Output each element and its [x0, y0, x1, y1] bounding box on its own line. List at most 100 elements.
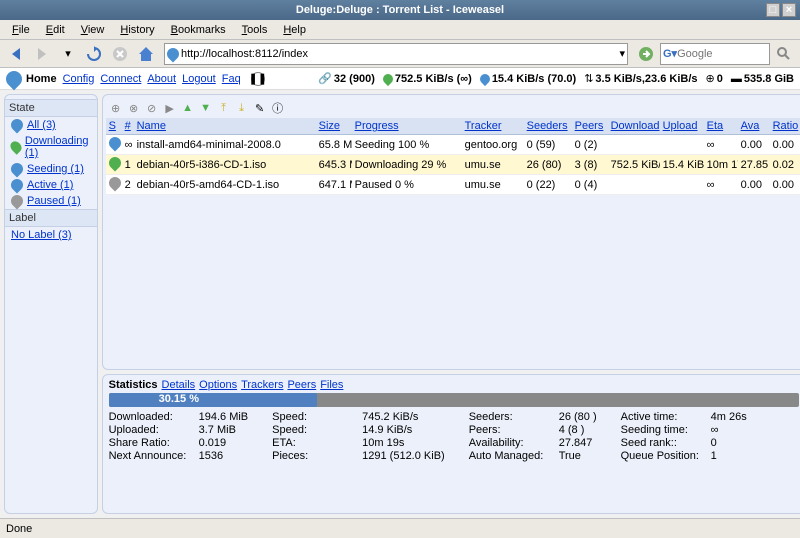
details-stat: Downloaded:194.6 MiB [109, 411, 249, 423]
drop-icon [8, 139, 23, 154]
add-button[interactable]: ⊕ [108, 100, 124, 116]
details-tab-files[interactable]: Files [320, 379, 343, 391]
column-header[interactable]: Eta [707, 120, 724, 132]
details-stat: Seeding time:∞ [621, 424, 747, 436]
torrent-row[interactable]: ∞install-amd64-minimal-2008.065.8 MiBSee… [106, 135, 800, 155]
dropdown-arrow-icon[interactable]: ▾ [619, 47, 625, 60]
column-header[interactable]: Download [611, 120, 660, 132]
details-tab-options[interactable]: Options [199, 379, 237, 391]
sidebar-label-header: Label [5, 209, 97, 227]
torrent-table-header: S # Name Size Progress Tracker Seeders Peers Dow… [106, 118, 800, 135]
sidebar-item[interactable]: No Label (3) [5, 227, 97, 243]
window-maximize-button[interactable]: □ [766, 3, 780, 17]
queue-bottom-button[interactable]: ⤓ [234, 100, 250, 116]
edit-button[interactable]: ✎ [252, 100, 268, 116]
details-stat: Speed:745.2 KiB/s [272, 411, 445, 423]
upload-stat: 15.4 KiB/s (70.0) [480, 72, 576, 85]
sidebar-item[interactable]: Active (1) [5, 177, 97, 193]
column-header[interactable]: Progress [355, 120, 399, 132]
details-progress-bar: 30.15 % [109, 393, 799, 407]
menu-tools[interactable]: Tools [234, 22, 276, 38]
details-tab-details[interactable]: Details [162, 379, 196, 391]
column-header[interactable]: # [125, 120, 131, 132]
torrent-list-panel: ⊕ ⊗ ⊘ ▶ ▲ ▼ ⤒ ⤓ ✎ ⓘ S # Name Size Progress Tr… [102, 94, 800, 370]
details-stat: Next Announce:1536 [109, 450, 249, 462]
sidebar-item[interactable]: Downloading (1) [5, 133, 97, 161]
torrent-table-body: ∞install-amd64-minimal-2008.065.8 MiBSee… [106, 135, 800, 195]
url-bar[interactable]: ▾ [164, 43, 628, 65]
details-tab-peers[interactable]: Peers [287, 379, 316, 391]
drop-icon [9, 161, 26, 178]
queue-top-button[interactable]: ⤒ [216, 100, 232, 116]
menu-view[interactable]: View [73, 22, 113, 38]
nav-link-config[interactable]: Config [63, 73, 95, 85]
menu-history[interactable]: History [112, 22, 162, 38]
search-box[interactable]: G▾ [660, 43, 770, 65]
details-stat: Auto Managed:True [469, 450, 597, 462]
forward-button[interactable] [30, 43, 54, 65]
column-header[interactable]: Upload [663, 120, 698, 132]
details-stat: Seeders:26 (80 ) [469, 411, 597, 423]
column-header[interactable]: Name [137, 120, 166, 132]
url-input[interactable] [179, 46, 619, 62]
column-header[interactable]: Ratio [773, 120, 799, 132]
details-tab-statistics: Statistics [109, 379, 158, 391]
sidebar: State All (3)Downloading (1)Seeding (1)A… [4, 94, 98, 514]
search-engine-icon[interactable]: G▾ [663, 47, 677, 60]
connections-stat: 🔗32 (900) [318, 72, 375, 85]
queue-down-button[interactable]: ▼ [198, 100, 214, 116]
details-stat: ETA:10m 19s [272, 437, 445, 449]
pause-button[interactable]: ⊘ [144, 100, 160, 116]
search-input[interactable] [677, 48, 747, 60]
menu-edit[interactable]: Edit [38, 22, 73, 38]
sidebar-item[interactable]: Seeding (1) [5, 161, 97, 177]
column-header[interactable]: Peers [575, 120, 604, 132]
torrent-row[interactable]: 2debian-40r5-amd64-CD-1.iso647.1 MiBPaus… [106, 175, 800, 195]
menu-bookmarks[interactable]: Bookmarks [163, 22, 234, 38]
sidebar-item[interactable]: All (3) [5, 117, 97, 133]
queue-up-button[interactable]: ▲ [180, 100, 196, 116]
home-button[interactable] [134, 43, 158, 65]
home-label: Home [26, 73, 57, 85]
details-stat: Seed rank::0 [621, 437, 747, 449]
disk-stat: ▬535.8 GiB [731, 72, 794, 85]
column-header[interactable]: Size [319, 120, 340, 132]
details-panel: Statistics DetailsOptions Trackers Peers Fil… [102, 374, 800, 514]
column-header[interactable]: Ava [741, 120, 760, 132]
nav-link-logout[interactable]: Logout [182, 73, 216, 85]
combined-stat: ⇅3.5 KiB/s,23.6 KiB/s [584, 72, 697, 85]
go-button[interactable] [634, 43, 658, 65]
details-tab-trackers[interactable]: Trackers [241, 379, 283, 391]
reload-button[interactable] [82, 43, 106, 65]
info-button[interactable]: ⓘ [270, 100, 286, 116]
details-stat: Queue Position:1 [621, 450, 747, 462]
nav-link-faq[interactable]: Faq [222, 73, 241, 85]
details-grid: Downloaded:194.6 MiBUploaded:3.7 MiBShar… [109, 411, 799, 462]
search-button[interactable] [772, 43, 796, 65]
remove-button[interactable]: ⊗ [126, 100, 142, 116]
drop-icon [9, 193, 26, 210]
nav-link-connect[interactable]: Connect [100, 73, 141, 85]
menu-help[interactable]: Help [275, 22, 314, 38]
status-icon [106, 155, 121, 171]
window-close-button[interactable]: × [782, 3, 796, 17]
torrent-row[interactable]: 1debian-40r5-i386-CD-1.iso645.3 MiBDownl… [106, 155, 800, 175]
details-stat: Pieces:1291 (512.0 KiB) [272, 450, 445, 462]
dropdown-arrow-icon[interactable]: ▾ [56, 43, 80, 65]
resume-button[interactable]: ▶ [162, 100, 178, 116]
nav-link-about[interactable]: About [147, 73, 176, 85]
column-header[interactable]: S [109, 120, 116, 132]
back-button[interactable] [4, 43, 28, 65]
column-header[interactable]: Seeders [527, 120, 568, 132]
column-header[interactable]: Tracker [465, 120, 502, 132]
pause-all-button[interactable]: ❚❚ [251, 72, 265, 86]
window-titlebar: Deluge:Deluge : Torrent List - Iceweasel… [0, 0, 800, 20]
browser-menubar: FileEditViewHistoryBookmarksToolsHelp [0, 20, 800, 40]
browser-toolbar: ▾ ▾ G▾ [0, 40, 800, 68]
status-icon [106, 175, 121, 191]
sidebar-item[interactable]: Paused (1) [5, 193, 97, 209]
menu-file[interactable]: File [4, 22, 38, 38]
sidebar-state-header: State [5, 99, 97, 117]
stop-button[interactable] [108, 43, 132, 65]
details-progress-text: 30.15 % [159, 393, 199, 405]
